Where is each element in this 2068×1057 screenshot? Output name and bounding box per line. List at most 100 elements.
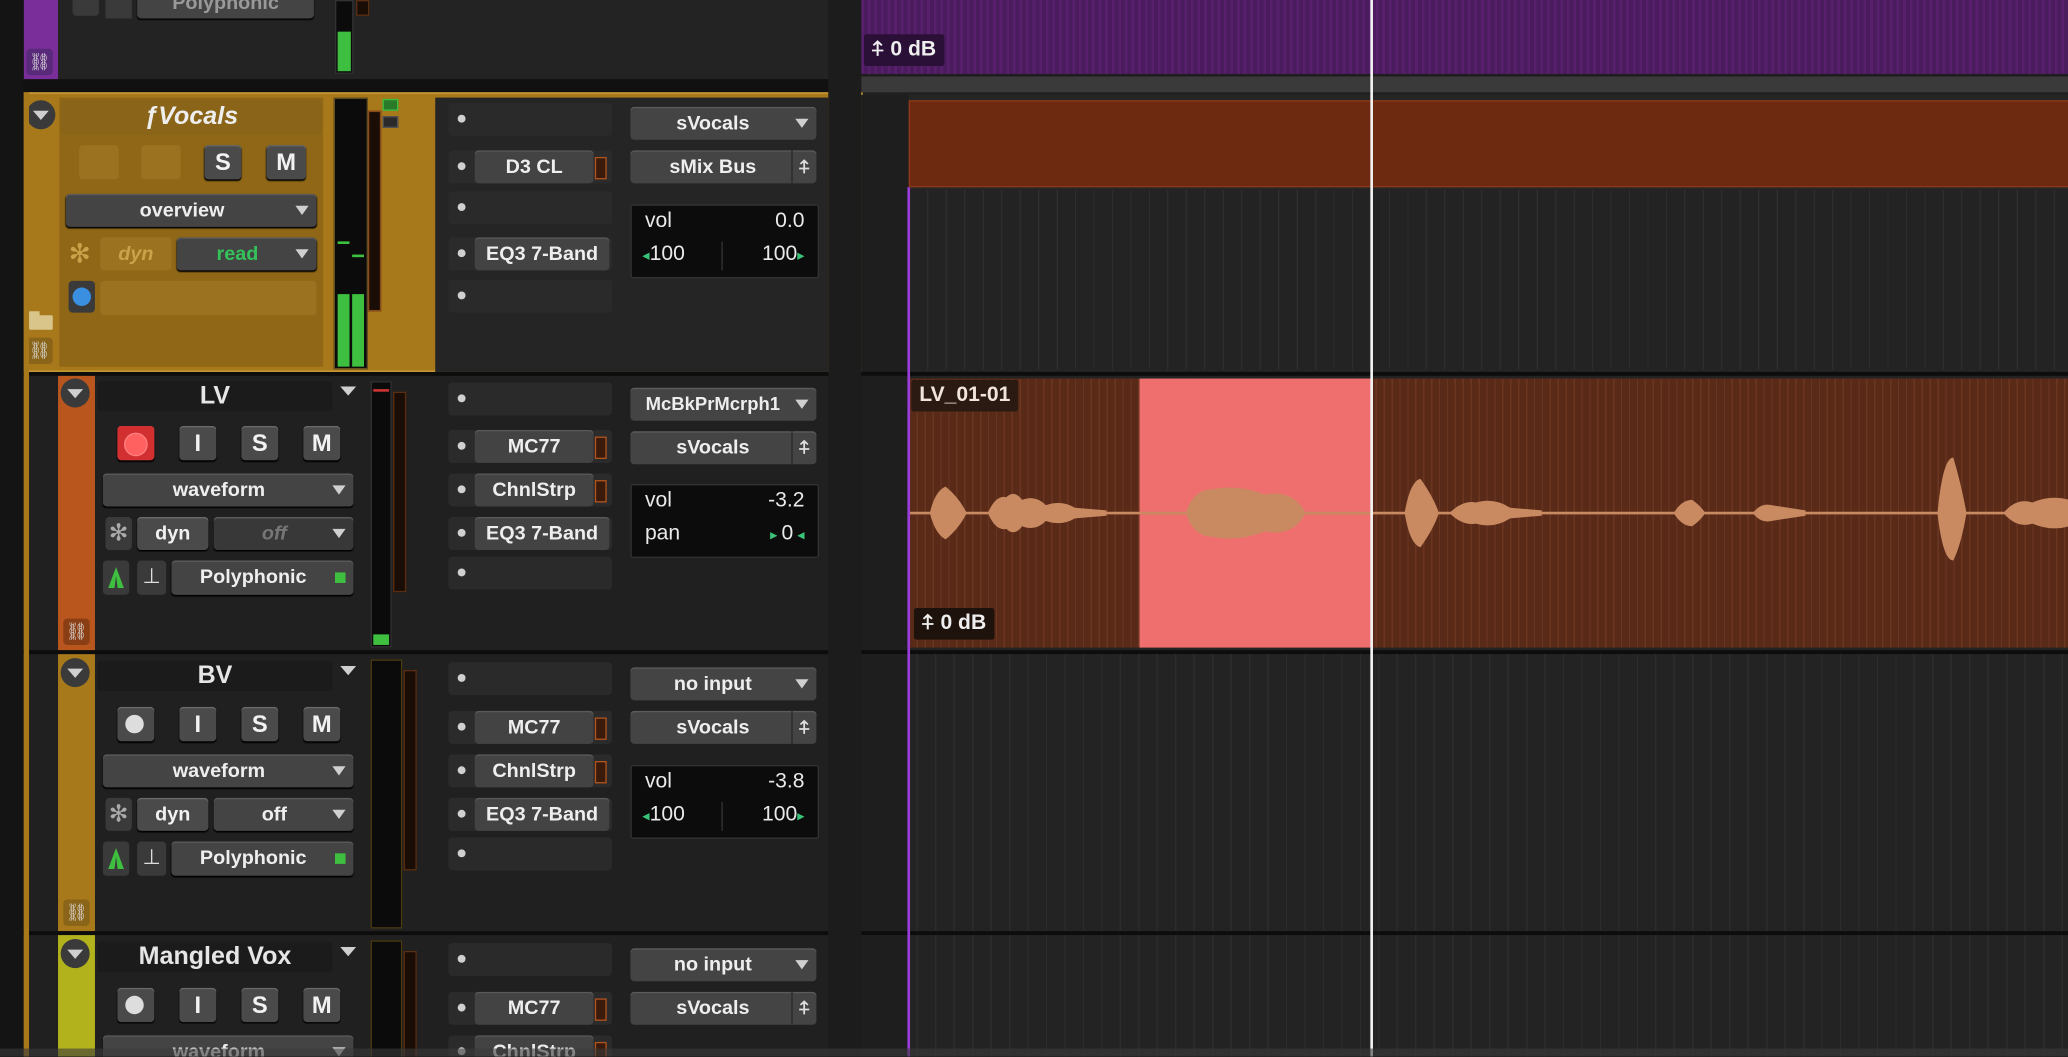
volume-value[interactable]: -3.8 <box>768 770 804 794</box>
track-view-selector[interactable]: overview <box>65 193 317 227</box>
track-name-menu[interactable] <box>340 666 357 676</box>
track-options-button[interactable] <box>26 100 56 130</box>
volume-pan-display[interactable]: vol -3.8 ◂100 100▸ <box>630 764 820 839</box>
automation-mode-selector[interactable]: off <box>213 517 354 550</box>
input-monitor-button[interactable]: I <box>179 987 217 1023</box>
record-button[interactable] <box>117 987 155 1023</box>
insert-slot-e[interactable] <box>448 279 612 313</box>
insert-slot-a[interactable] <box>448 382 612 416</box>
folder-icon[interactable] <box>29 311 53 330</box>
mute-button[interactable]: M <box>266 145 306 180</box>
dyn-button[interactable]: dyn <box>100 237 172 271</box>
solo-button[interactable]: S <box>204 145 242 180</box>
clip-gain-indicator[interactable]: ⍏ 0 dB <box>913 608 995 640</box>
voice-selector[interactable]: Polyphonic <box>171 560 354 595</box>
pan-left-value[interactable]: 100 <box>650 803 685 825</box>
volume-fader[interactable] <box>403 950 417 1057</box>
track-name-menu[interactable] <box>340 386 357 396</box>
tuning-fork-icon[interactable] <box>102 560 130 595</box>
dyn-button[interactable]: dyn <box>137 517 209 550</box>
input-monitor-button[interactable]: I <box>179 706 217 742</box>
clip-name[interactable]: LV_01-01 <box>911 379 1019 412</box>
insert-slot-b[interactable]: D3 CL <box>448 150 612 184</box>
meter-clip-indicator[interactable] <box>382 98 399 111</box>
mute-button[interactable]: M <box>303 987 341 1023</box>
track-name[interactable]: Mangled Vox <box>97 941 333 973</box>
insert-slot-b[interactable]: MC77 <box>448 710 612 744</box>
voice-selector[interactable]: Polyphonic <box>171 841 354 876</box>
track-name-menu[interactable] <box>340 946 357 957</box>
insert-slot-b[interactable]: MC77 <box>448 991 612 1025</box>
metronome-icon[interactable]: ⊥ <box>137 560 167 595</box>
insert-slot-c[interactable]: ChnlStrp <box>448 754 612 788</box>
tuning-icon[interactable] <box>72 0 99 16</box>
mute-button[interactable]: M <box>303 426 341 461</box>
automation-mode-selector[interactable]: off <box>213 797 354 831</box>
insert-slot-a[interactable] <box>448 102 612 136</box>
insert-slot-e[interactable] <box>448 556 612 590</box>
track-view-selector[interactable]: waveform <box>102 754 354 788</box>
mute-button[interactable]: M <box>303 706 341 742</box>
track-options-button[interactable] <box>60 378 90 408</box>
clip-gain-indicator[interactable]: ⍏ 0 dB <box>863 34 944 66</box>
input-selector[interactable]: no input <box>630 667 817 701</box>
output-selector[interactable]: sVocals ⍏ <box>630 431 817 465</box>
track-options-button[interactable] <box>60 658 90 688</box>
top-track-lane[interactable]: ⍏ 0 dB <box>861 0 2068 74</box>
folder-clip[interactable] <box>908 100 2068 188</box>
asterisk-icon[interactable]: ✻ <box>105 517 132 550</box>
solo-button[interactable]: S <box>241 426 279 461</box>
volume-value[interactable]: 0.0 <box>775 210 804 234</box>
playhead[interactable] <box>1370 0 1373 1057</box>
insert-slot-b[interactable]: MC77 <box>448 429 612 463</box>
voice-selector[interactable]: Polyphonic <box>137 0 314 19</box>
track-name[interactable]: BV <box>97 660 333 692</box>
volume-pan-display[interactable]: vol 0.0 ◂100 100▸ <box>630 204 820 279</box>
track-view-selector[interactable]: waveform <box>102 473 354 507</box>
pan-right-value[interactable]: 100 <box>762 243 797 265</box>
folder-track-lane[interactable] <box>861 94 2068 372</box>
insert-slot-d[interactable]: EQ3 7-Band <box>448 517 612 550</box>
automation-mode-selector[interactable]: read <box>176 237 317 271</box>
insert-slot-a[interactable] <box>448 662 612 696</box>
track-options-button[interactable] <box>60 939 90 969</box>
insert-slot-d[interactable]: EQ3 7-Band <box>448 237 612 271</box>
volume-fader[interactable] <box>367 110 382 312</box>
link-icon[interactable]: ⛓ <box>26 337 53 365</box>
volume-fader[interactable] <box>403 670 417 871</box>
solo-button[interactable]: S <box>241 706 279 742</box>
mangled-vox-track-lane[interactable] <box>861 935 2068 1057</box>
metronome-icon[interactable]: ⊥ <box>137 841 167 876</box>
link-icon[interactable]: ⛓ <box>26 48 53 76</box>
insert-slot-e[interactable] <box>448 837 612 871</box>
insert-slot-c[interactable]: ChnlStrp <box>448 473 612 507</box>
volume-pan-display[interactable]: vol -3.2 pan ▸ 0 ◂ <box>630 484 820 558</box>
input-selector[interactable]: McBkPrMcrph1 <box>630 387 817 421</box>
dyn-button[interactable]: dyn <box>137 797 209 831</box>
track-name[interactable]: ƒVocals <box>60 100 322 135</box>
solo-button[interactable]: S <box>241 987 279 1023</box>
horizontal-scrollbar[interactable] <box>0 1048 2068 1057</box>
volume-fader[interactable] <box>393 391 407 593</box>
asterisk-icon[interactable]: ✻ <box>69 240 93 269</box>
link-icon[interactable]: ⛓ <box>63 899 90 926</box>
input-monitor-button[interactable]: I <box>179 426 217 461</box>
asterisk-icon[interactable]: ✻ <box>105 797 132 831</box>
insert-slot-c[interactable] <box>448 191 612 225</box>
metronome-icon[interactable] <box>105 0 132 19</box>
pan-left-value[interactable]: 100 <box>650 243 685 265</box>
timebase-icon[interactable] <box>68 280 95 313</box>
output-selector[interactable]: sVocals ⍏ <box>630 991 817 1025</box>
lv-track-lane[interactable]: LV_01-01 ⍏ 0 dB <box>861 375 2068 651</box>
pan-value[interactable]: 0 <box>781 522 793 544</box>
tuning-fork-icon[interactable] <box>102 841 130 876</box>
output-selector[interactable]: sMix Bus ⍏ <box>630 150 817 184</box>
volume-value[interactable]: -3.2 <box>768 489 804 513</box>
input-selector[interactable]: no input <box>630 948 817 982</box>
insert-slot-d[interactable]: EQ3 7-Band <box>448 797 612 831</box>
pan-right-value[interactable]: 100 <box>762 803 797 825</box>
track-name[interactable]: LV <box>97 381 333 412</box>
bv-track-lane[interactable] <box>861 654 2068 932</box>
input-selector[interactable]: sVocals <box>630 106 817 140</box>
output-selector[interactable]: sVocals ⍏ <box>630 710 817 744</box>
